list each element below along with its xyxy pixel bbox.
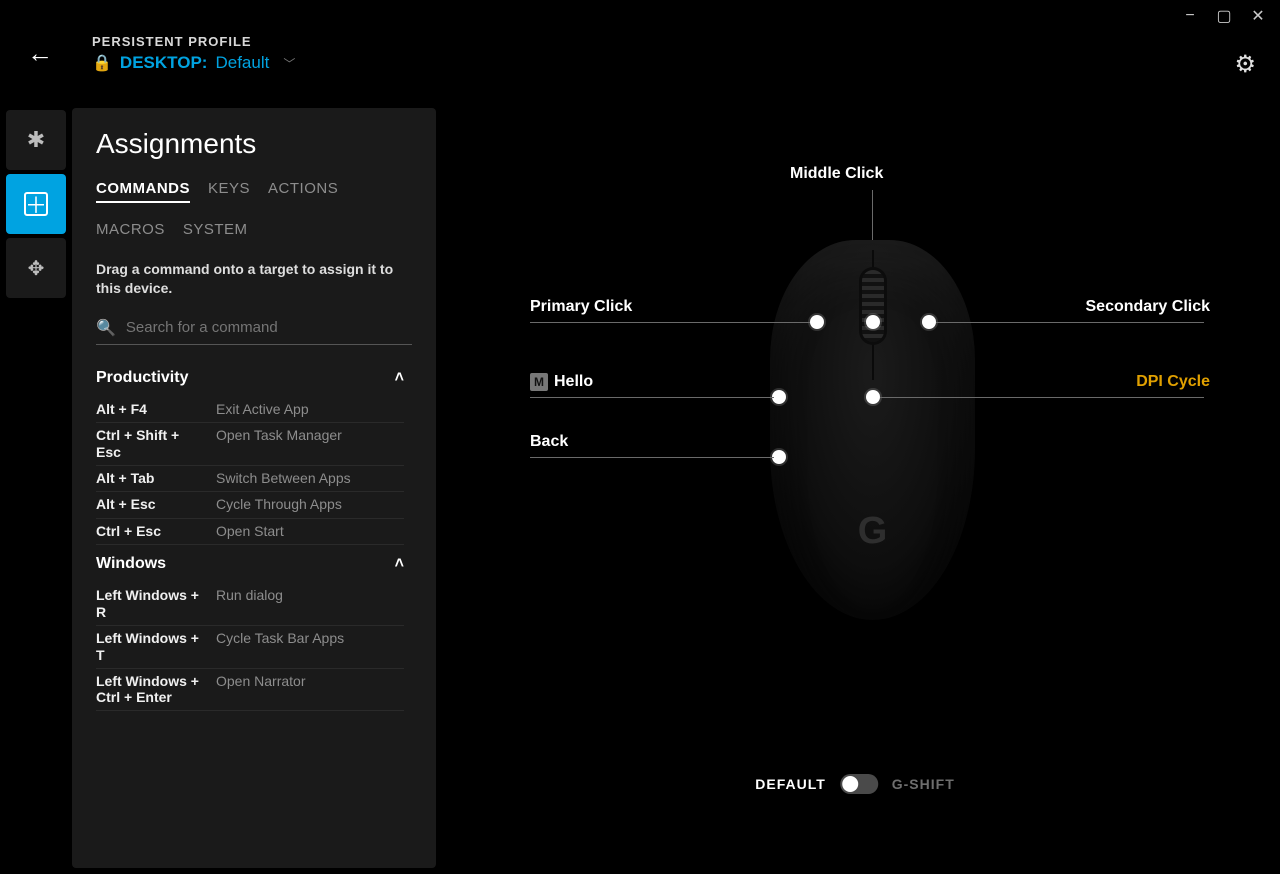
- minimize-button[interactable]: −: [1182, 8, 1198, 24]
- command-key: Alt + F4: [96, 401, 206, 419]
- node-middle[interactable]: [866, 315, 880, 329]
- tab-macros[interactable]: MACROS: [96, 221, 165, 242]
- label-primary-click[interactable]: Primary Click: [530, 298, 632, 316]
- macro-badge-icon: M: [530, 373, 548, 391]
- command-row[interactable]: Left Windows + T Cycle Task Bar Apps: [96, 626, 404, 669]
- command-desc: Exit Active App: [216, 401, 404, 419]
- profile-desktop: DESKTOP:: [120, 53, 208, 73]
- node-back[interactable]: [772, 450, 786, 464]
- back-button[interactable]: ←: [20, 38, 60, 69]
- category-header[interactable]: Productivity˄: [96, 359, 404, 397]
- toggle-default-label: DEFAULT: [755, 776, 826, 792]
- command-desc: Cycle Task Bar Apps: [216, 630, 404, 664]
- chevron-up-icon: ˄: [395, 369, 404, 387]
- command-key: Alt + Tab: [96, 470, 206, 488]
- sidebar-sensitivity[interactable]: ✥: [6, 238, 66, 298]
- label-secondary-click[interactable]: Secondary Click: [1086, 298, 1211, 316]
- node-dpi[interactable]: [866, 390, 880, 404]
- lock-icon: 🔒: [92, 53, 112, 73]
- chevron-up-icon: ˄: [395, 555, 404, 573]
- panel-hint: Drag a command onto a target to assign i…: [96, 260, 412, 298]
- command-desc: Open Start: [216, 523, 404, 541]
- settings-button[interactable]: ⚙: [1234, 50, 1256, 79]
- search-input[interactable]: [126, 319, 412, 336]
- gshift-toggle[interactable]: [840, 774, 878, 794]
- search-icon: 🔍: [96, 318, 116, 338]
- command-key: Left Windows + R: [96, 587, 206, 621]
- command-key: Ctrl + Shift + Esc: [96, 427, 206, 461]
- profile-label: PERSISTENT PROFILE: [92, 34, 295, 49]
- chevron-down-icon: ﹀: [283, 55, 295, 72]
- command-key: Left Windows + T: [96, 630, 206, 664]
- sidebar-lighting[interactable]: ✱: [6, 110, 66, 170]
- command-key: Left Windows + Ctrl + Enter: [96, 673, 206, 707]
- profile-name: Default: [215, 53, 269, 73]
- command-desc: Switch Between Apps: [216, 470, 404, 488]
- profile-selector[interactable]: 🔒 DESKTOP: Default ﹀: [92, 53, 295, 73]
- tab-actions[interactable]: ACTIONS: [268, 180, 338, 203]
- command-row[interactable]: Ctrl + Shift + Esc Open Task Manager: [96, 423, 404, 466]
- command-desc: Run dialog: [216, 587, 404, 621]
- command-row[interactable]: Left Windows + Ctrl + Enter Open Narrator: [96, 669, 404, 712]
- move-icon: ✥: [28, 256, 45, 281]
- command-desc: Open Narrator: [216, 673, 404, 707]
- command-desc: Open Task Manager: [216, 427, 404, 461]
- label-hello[interactable]: MHello: [530, 373, 593, 391]
- plus-icon: ＋: [24, 192, 48, 216]
- tab-system[interactable]: SYSTEM: [183, 221, 248, 242]
- sidebar-assignments[interactable]: ＋: [6, 174, 66, 234]
- mouse-body: G: [770, 240, 975, 620]
- command-row[interactable]: Alt + Tab Switch Between Apps: [96, 466, 404, 493]
- scroll-wheel: [862, 270, 884, 342]
- label-middle-click[interactable]: Middle Click: [790, 165, 883, 183]
- close-button[interactable]: ✕: [1250, 8, 1266, 24]
- command-key: Ctrl + Esc: [96, 523, 206, 541]
- command-list[interactable]: Productivity˄ Alt + F4 Exit Active App Ctrl…: [96, 359, 412, 868]
- node-primary[interactable]: [810, 315, 824, 329]
- maximize-button[interactable]: ▢: [1216, 8, 1232, 24]
- command-row[interactable]: Alt + F4 Exit Active App: [96, 397, 404, 424]
- tab-commands[interactable]: COMMANDS: [96, 180, 190, 203]
- command-row[interactable]: Alt + Esc Cycle Through Apps: [96, 492, 404, 519]
- command-key: Alt + Esc: [96, 496, 206, 514]
- category-header[interactable]: Windows˄: [96, 545, 404, 583]
- panel-title: Assignments: [96, 128, 412, 160]
- node-secondary[interactable]: [922, 315, 936, 329]
- command-desc: Cycle Through Apps: [216, 496, 404, 514]
- g-logo-icon: G: [858, 510, 888, 553]
- brightness-icon: ✱: [27, 127, 45, 153]
- command-row[interactable]: Left Windows + R Run dialog: [96, 583, 404, 626]
- label-back[interactable]: Back: [530, 433, 568, 451]
- node-hello[interactable]: [772, 390, 786, 404]
- command-row[interactable]: Ctrl + Esc Open Start: [96, 519, 404, 546]
- tab-keys[interactable]: KEYS: [208, 180, 250, 203]
- label-dpi-cycle[interactable]: DPI Cycle: [1136, 373, 1210, 391]
- toggle-gshift-label: G-SHIFT: [892, 776, 955, 792]
